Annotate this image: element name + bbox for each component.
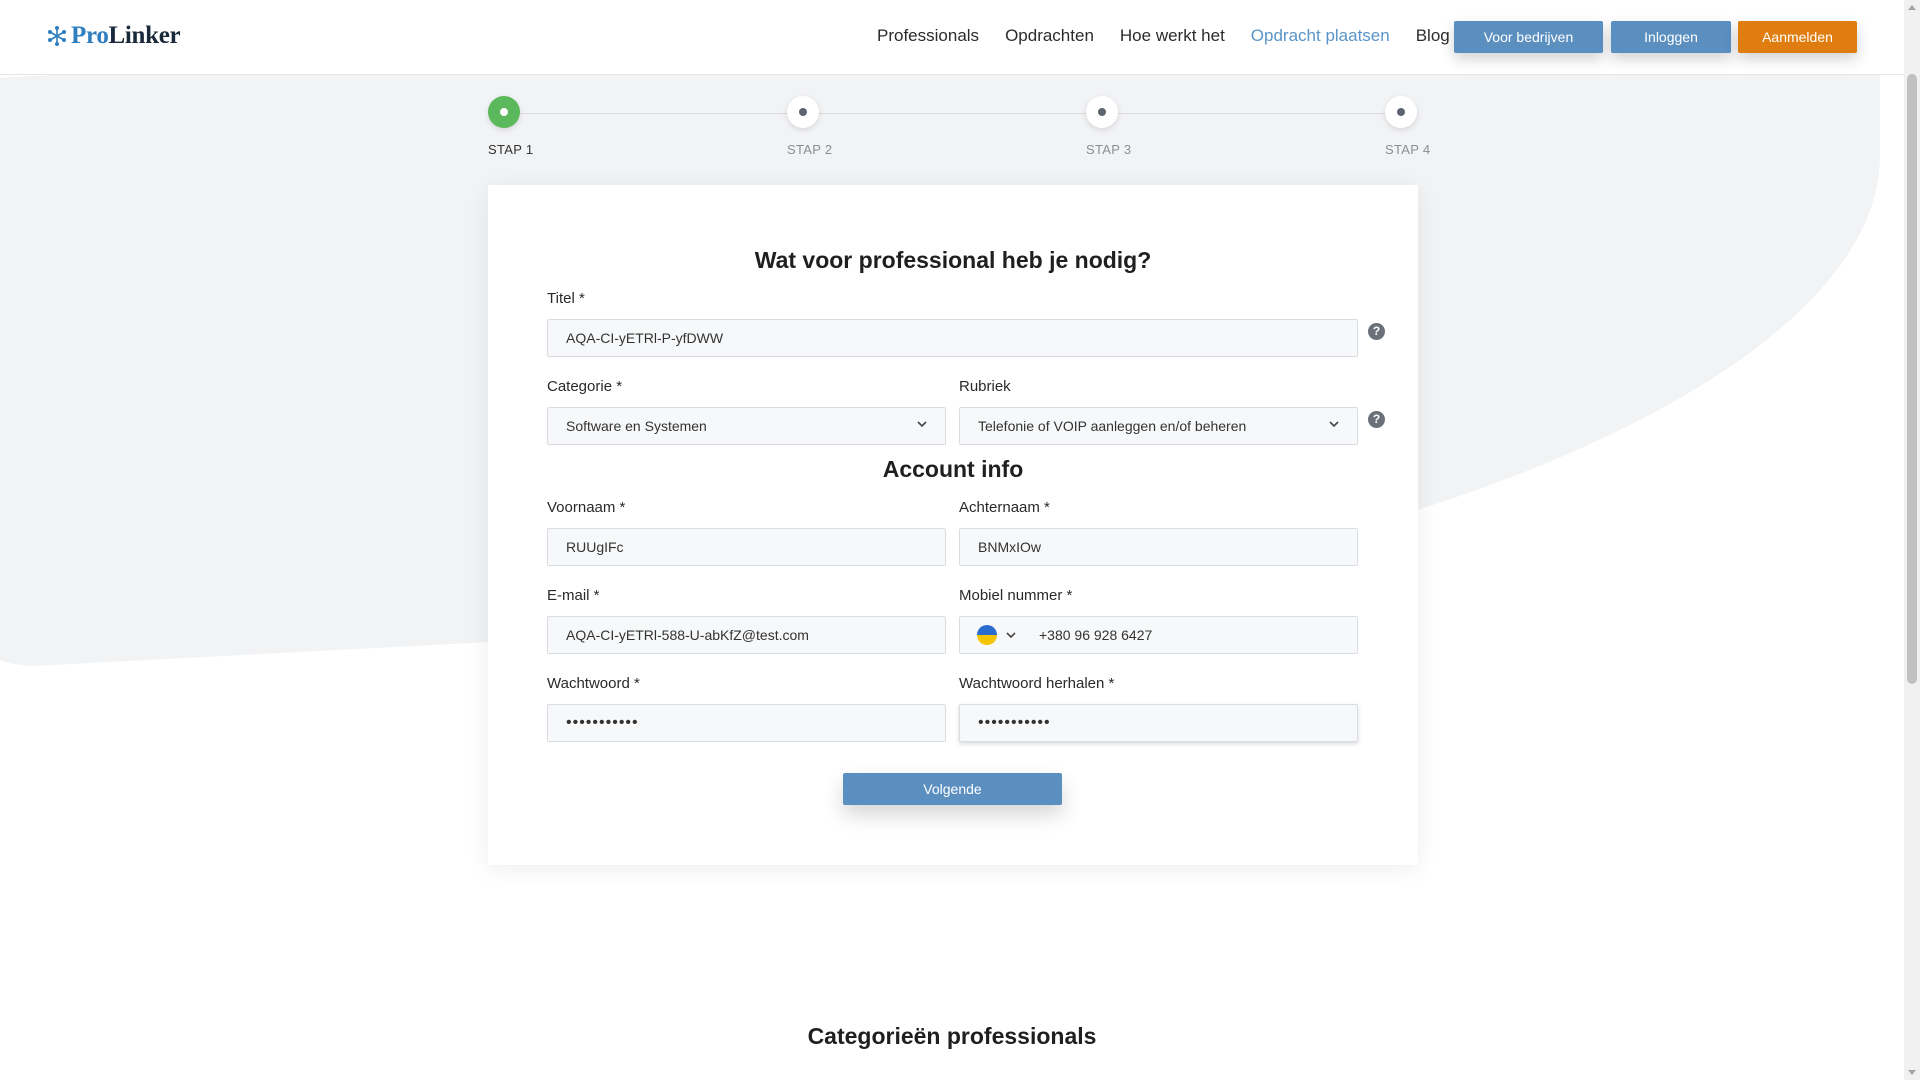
mobile-field: Mobiel nummer * +380 96 928 6427 [959, 587, 1358, 654]
nav-opdracht-plaatsen[interactable]: Opdracht plaatsen [1251, 26, 1390, 46]
title-field: Titel * AQA-CI-yETRl-P-yfDWW [547, 290, 1358, 357]
logo-icon [46, 25, 68, 47]
rubriek-field: Rubriek Telefonie of VOIP aanleggen en/o… [959, 378, 1358, 445]
title-value: AQA-CI-yETRl-P-yfDWW [566, 330, 724, 346]
password-input[interactable]: ••••••••••• [547, 704, 946, 742]
firstname-label: Voornaam * [547, 499, 626, 516]
category-select[interactable]: Software en Systemen [547, 407, 946, 445]
logo-text-pro: Pro [71, 22, 109, 49]
stepper-line [504, 113, 1410, 114]
stepper: STAP 1 STAP 2 STAP 3 STAP 4 [488, 96, 1430, 166]
title-input[interactable]: AQA-CI-yETRl-P-yfDWW [547, 319, 1358, 357]
step-2: STAP 2 [787, 96, 847, 157]
form-heading: Wat voor professional heb je nodig? [754, 247, 1152, 273]
next-button[interactable]: Volgende [843, 773, 1062, 805]
lastname-label: Achternaam * [959, 499, 1050, 516]
step-3-dot [1086, 96, 1118, 128]
title-help-icon[interactable]: ? [1368, 323, 1385, 340]
rubriek-label: Rubriek [959, 378, 1011, 395]
category-field: Categorie * Software en Systemen [547, 378, 946, 445]
logo-text: ProLinker [71, 22, 181, 50]
chevron-down-icon [1329, 421, 1339, 428]
password-repeat-field: Wachtwoord herhalen * ••••••••••• [959, 675, 1358, 742]
step-4-label: STAP 4 [1385, 142, 1431, 157]
email-label: E-mail * [547, 587, 600, 604]
lastname-input[interactable]: BNMxIOw [959, 528, 1358, 566]
country-chevron-down-icon[interactable] [1005, 630, 1017, 640]
password-repeat-input[interactable]: ••••••••••• [959, 704, 1358, 742]
email-input[interactable]: AQA-CI-yETRl-588-U-abKfZ@test.com [547, 616, 946, 654]
password-label: Wachtwoord * [547, 675, 640, 692]
site-header: ProLinker Professionals Opdrachten Hoe w… [0, 0, 1904, 75]
email-field: E-mail * AQA-CI-yETRl-588-U-abKfZ@test.c… [547, 587, 946, 654]
password-repeat-label: Wachtwoord herhalen * [959, 675, 1115, 692]
nav-opdrachten[interactable]: Opdrachten [1005, 26, 1094, 46]
firstname-input[interactable]: RUUgIFc [547, 528, 946, 566]
step-1-dot [488, 96, 520, 128]
rubriek-value: Telefonie of VOIP aanleggen en/of behere… [978, 418, 1247, 434]
account-info-heading: Account info [882, 456, 1024, 482]
lastname-field: Achternaam * BNMxIOw [959, 499, 1358, 566]
signup-button[interactable]: Aanmelden [1738, 21, 1857, 53]
mobile-input[interactable]: +380 96 928 6427 [959, 616, 1358, 654]
password-repeat-value: ••••••••••• [978, 714, 1051, 731]
step-3-label: STAP 3 [1086, 142, 1132, 157]
rubriek-help-icon[interactable]: ? [1368, 411, 1385, 428]
scroll-down-arrow-icon[interactable] [1908, 1070, 1916, 1075]
ukraine-flag-icon[interactable] [977, 625, 997, 645]
nav-professionals[interactable]: Professionals [877, 26, 979, 46]
scrollbar-thumb[interactable] [1907, 74, 1917, 684]
lastname-value: BNMxIOw [978, 539, 1041, 555]
step-1: STAP 1 [488, 96, 548, 157]
for-business-button[interactable]: Voor bedrijven [1454, 21, 1603, 53]
login-button[interactable]: Inloggen [1611, 21, 1731, 53]
chevron-down-icon [917, 421, 927, 428]
title-label: Titel * [547, 290, 585, 307]
logo[interactable]: ProLinker [46, 22, 181, 50]
main-nav: Professionals Opdrachten Hoe werkt het O… [877, 26, 1476, 46]
step-2-dot [787, 96, 819, 128]
step-4-dot [1385, 96, 1417, 128]
firstname-value: RUUgIFc [566, 539, 624, 555]
mobile-value: +380 96 928 6427 [1039, 627, 1153, 643]
step-4: STAP 4 [1385, 96, 1445, 157]
step-1-label: STAP 1 [488, 142, 534, 157]
password-field: Wachtwoord * ••••••••••• [547, 675, 946, 742]
password-value: ••••••••••• [566, 714, 639, 731]
email-value: AQA-CI-yETRl-588-U-abKfZ@test.com [566, 627, 809, 643]
form-card: Wat voor professional heb je nodig? Tite… [488, 185, 1418, 865]
logo-text-linker: Linker [108, 22, 181, 49]
step-3: STAP 3 [1086, 96, 1146, 157]
nav-blog[interactable]: Blog [1416, 26, 1450, 46]
scroll-up-arrow-icon[interactable] [1908, 5, 1916, 10]
category-value: Software en Systemen [566, 418, 707, 434]
mobile-label: Mobiel nummer * [959, 587, 1073, 604]
categories-section-title: Categorieën professionals [807, 1023, 1097, 1049]
firstname-field: Voornaam * RUUgIFc [547, 499, 946, 566]
rubriek-select[interactable]: Telefonie of VOIP aanleggen en/of behere… [959, 407, 1358, 445]
page-scrollbar[interactable] [1904, 0, 1920, 1080]
category-label: Categorie * [547, 378, 623, 395]
nav-hoe-werkt-het[interactable]: Hoe werkt het [1120, 26, 1225, 46]
step-2-label: STAP 2 [787, 142, 833, 157]
